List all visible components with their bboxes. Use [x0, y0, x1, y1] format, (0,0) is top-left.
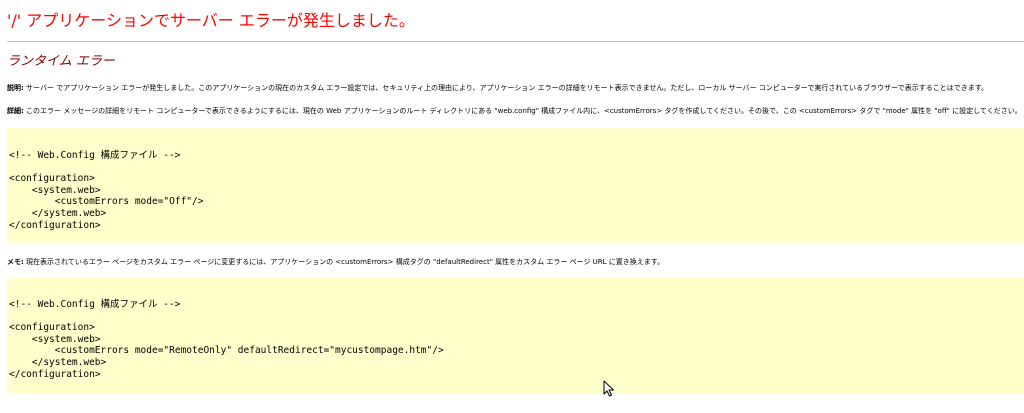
title-divider: [7, 41, 1024, 42]
note-label: メモ:: [7, 258, 24, 266]
description-paragraph: 説明: サーバー でアプリケーション エラーが発生しました。このアプリケーション…: [7, 83, 1017, 93]
details-text: このエラー メッセージの詳細をリモート コンピューターで表示できるようにするには…: [23, 107, 1022, 115]
mouse-pointer-icon: [603, 380, 614, 397]
details-paragraph: 詳細: このエラー メッセージの詳細をリモート コンピューターで表示できるように…: [7, 106, 1022, 116]
code-block-custom-errors-off: <!-- Web.Config 構成ファイル --> <configuratio…: [7, 128, 1024, 244]
page-title: '/' アプリケーションでサーバー エラーが発生しました。: [7, 11, 415, 30]
details-label: 詳細:: [7, 107, 24, 115]
error-page: '/' アプリケーションでサーバー エラーが発生しました。 ランタイム エラー …: [0, 0, 1024, 394]
note-paragraph: メモ: 現在表示されているエラー ページをカスタム エラー ページに変更するには…: [7, 257, 1017, 267]
code-block-custom-errors-remote-only: <!-- Web.Config 構成ファイル --> <configuratio…: [7, 278, 1024, 394]
description-label: 説明:: [7, 84, 24, 92]
description-text: サーバー でアプリケーション エラーが発生しました。このアプリケーションの現在の…: [23, 84, 989, 92]
note-text: 現在表示されているエラー ページをカスタム エラー ページに変更するには、アプリ…: [23, 258, 665, 266]
error-subtitle: ランタイム エラー: [7, 54, 115, 69]
